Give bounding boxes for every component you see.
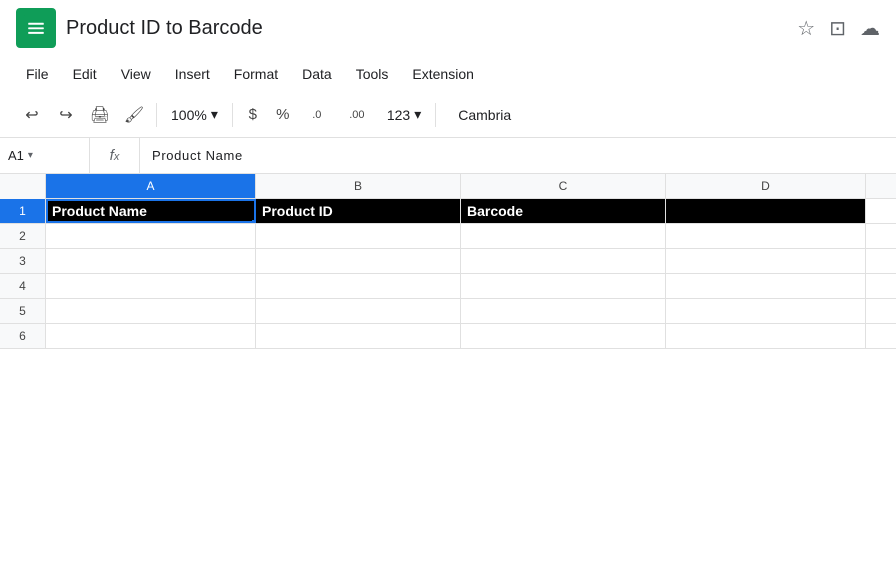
- cell-ref-value: A1: [8, 148, 24, 163]
- title-icons: ☆ ⊡ ☁: [797, 16, 880, 41]
- cell-a4[interactable]: [46, 274, 256, 298]
- table-row: 4: [0, 274, 896, 299]
- menu-bar: File Edit View Insert Format Data Tools …: [0, 56, 896, 92]
- spreadsheet: A B C D 1 Product Name Product ID Barcod…: [0, 174, 896, 349]
- format-number-selector[interactable]: 123 ▾: [379, 102, 429, 127]
- cell-c4[interactable]: [461, 274, 666, 298]
- cell-a1[interactable]: Product Name: [46, 199, 256, 223]
- cell-b6[interactable]: [256, 324, 461, 348]
- decimal-decrease-button[interactable]: .0: [299, 101, 335, 129]
- cell-d6[interactable]: [666, 324, 866, 348]
- zoom-selector[interactable]: 100% ▾: [163, 102, 226, 127]
- fx-label: fx: [90, 138, 140, 173]
- cell-d4[interactable]: [666, 274, 866, 298]
- table-row: 1 Product Name Product ID Barcode: [0, 199, 896, 224]
- data-area: 1 Product Name Product ID Barcode 2: [0, 199, 896, 349]
- cell-b1[interactable]: Product ID: [256, 199, 461, 223]
- cell-reference[interactable]: A1 ▾: [0, 138, 90, 173]
- percent-button[interactable]: %: [269, 101, 297, 129]
- cell-d3[interactable]: [666, 249, 866, 273]
- formula-content[interactable]: Product Name: [140, 148, 896, 163]
- table-row: 2: [0, 224, 896, 249]
- cell-d1[interactable]: [666, 199, 866, 223]
- font-name: Cambria: [458, 107, 511, 123]
- app-icon: [16, 8, 56, 48]
- cell-b3[interactable]: [256, 249, 461, 273]
- paint-format-button[interactable]: 🖌: [118, 99, 150, 131]
- redo-button[interactable]: ↪: [50, 99, 82, 131]
- star-icon[interactable]: ☆: [797, 16, 815, 41]
- cell-c6[interactable]: [461, 324, 666, 348]
- row-header-1[interactable]: 1: [0, 199, 46, 223]
- move-icon[interactable]: ⊡: [829, 16, 846, 41]
- menu-format[interactable]: Format: [224, 60, 288, 88]
- cloud-icon[interactable]: ☁: [860, 16, 880, 41]
- cell-c1[interactable]: Barcode: [461, 199, 666, 223]
- cell-ref-chevron-icon: ▾: [28, 150, 33, 161]
- table-row: 5: [0, 299, 896, 324]
- formula-bar: A1 ▾ fx Product Name: [0, 138, 896, 174]
- toolbar: ↩ ↪ 🖨 🖌 100% ▾ $ % .0 .00 123 ▾ Cambria: [0, 92, 896, 138]
- format-number-value: 123: [387, 107, 410, 123]
- undo-button[interactable]: ↩: [16, 99, 48, 131]
- cell-a6[interactable]: [46, 324, 256, 348]
- cell-c5[interactable]: [461, 299, 666, 323]
- toolbar-sep-1: [156, 103, 157, 127]
- menu-data[interactable]: Data: [292, 60, 342, 88]
- cell-c2[interactable]: [461, 224, 666, 248]
- menu-view[interactable]: View: [111, 60, 161, 88]
- cell-a5[interactable]: [46, 299, 256, 323]
- menu-insert[interactable]: Insert: [165, 60, 220, 88]
- menu-edit[interactable]: Edit: [63, 60, 107, 88]
- menu-extensions[interactable]: Extension: [402, 60, 483, 88]
- print-button[interactable]: 🖨: [84, 99, 116, 131]
- decimal-increase-button[interactable]: .00: [337, 101, 377, 129]
- toolbar-sep-2: [232, 103, 233, 127]
- title-bar: Product ID to Barcode ☆ ⊡ ☁: [0, 0, 896, 56]
- row-header-2[interactable]: 2: [0, 224, 46, 248]
- table-row: 6: [0, 324, 896, 349]
- zoom-value: 100%: [171, 107, 207, 123]
- menu-tools[interactable]: Tools: [346, 60, 399, 88]
- row-header-6[interactable]: 6: [0, 324, 46, 348]
- col-header-b[interactable]: B: [256, 174, 461, 198]
- col-header-a[interactable]: A: [46, 174, 256, 198]
- menu-file[interactable]: File: [16, 60, 59, 88]
- cell-a3[interactable]: [46, 249, 256, 273]
- cell-b2[interactable]: [256, 224, 461, 248]
- currency-button[interactable]: $: [239, 101, 267, 129]
- row-header-5[interactable]: 5: [0, 299, 46, 323]
- format-number-chevron-icon: ▾: [414, 106, 421, 123]
- document-title: Product ID to Barcode: [66, 17, 787, 40]
- col-header-c[interactable]: C: [461, 174, 666, 198]
- cell-c3[interactable]: [461, 249, 666, 273]
- column-header-row: A B C D: [0, 174, 896, 199]
- cell-d2[interactable]: [666, 224, 866, 248]
- corner-cell: [0, 174, 46, 199]
- table-row: 3: [0, 249, 896, 274]
- toolbar-sep-3: [435, 103, 436, 127]
- col-header-d[interactable]: D: [666, 174, 866, 198]
- cell-a2[interactable]: [46, 224, 256, 248]
- cell-b4[interactable]: [256, 274, 461, 298]
- row-header-4[interactable]: 4: [0, 274, 46, 298]
- cell-d5[interactable]: [666, 299, 866, 323]
- zoom-chevron-icon: ▾: [211, 106, 218, 123]
- row-header-3[interactable]: 3: [0, 249, 46, 273]
- cell-b5[interactable]: [256, 299, 461, 323]
- font-selector[interactable]: Cambria: [450, 103, 519, 127]
